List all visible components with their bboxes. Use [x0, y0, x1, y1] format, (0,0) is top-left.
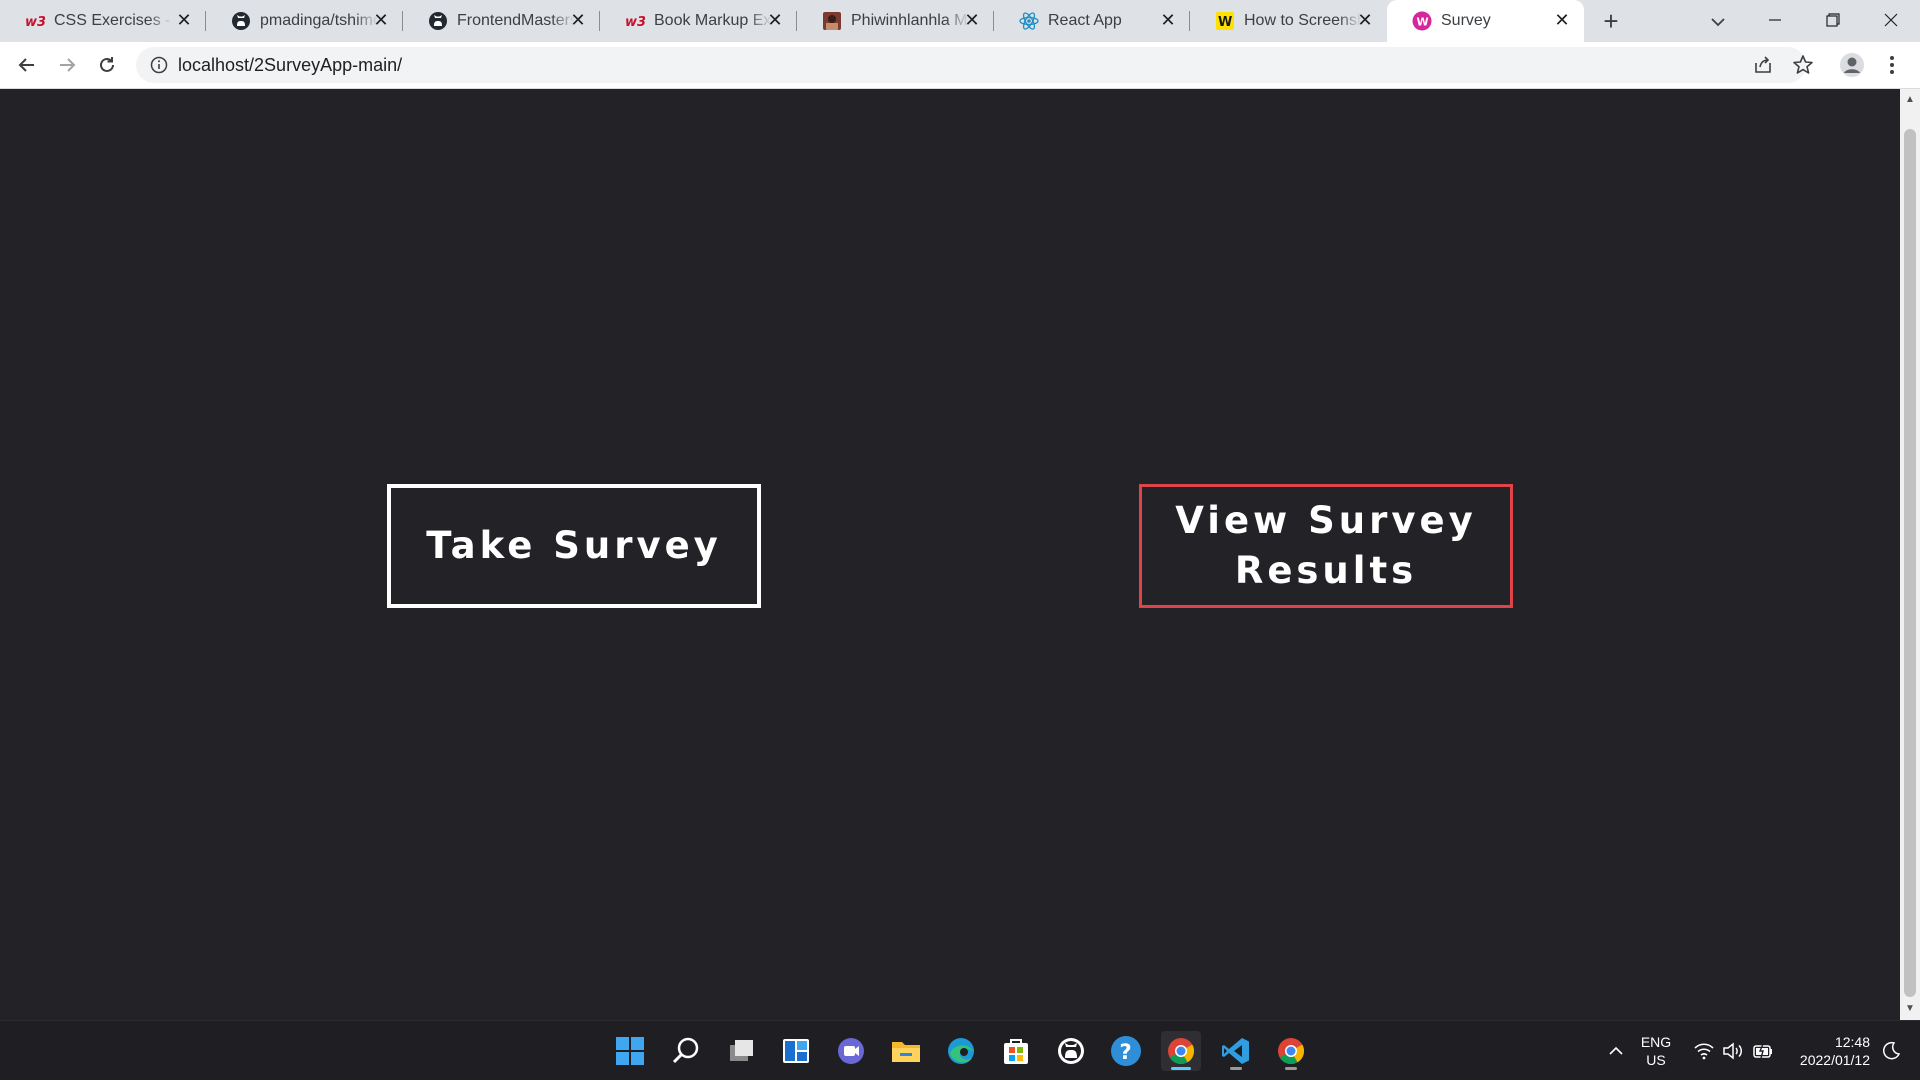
clock-date: 2022/01/12 — [1799, 1052, 1870, 1068]
close-icon[interactable]: ✕ — [568, 10, 588, 30]
new-tab-button[interactable]: + — [1598, 8, 1624, 34]
github-icon — [428, 11, 448, 31]
browser-toolbar: localhost/2SurveyApp-main/ — [0, 42, 1920, 89]
close-icon[interactable]: ✕ — [174, 10, 194, 30]
github-icon — [231, 11, 251, 31]
close-icon[interactable]: ✕ — [1355, 10, 1375, 30]
windows-taskbar: ? ENG US 12:48 2022/01/12 — [0, 1020, 1920, 1080]
minimize-icon — [1769, 19, 1781, 21]
take-survey-button[interactable]: Take Survey — [387, 484, 761, 608]
forward-button[interactable] — [53, 51, 81, 79]
close-icon[interactable]: ✕ — [962, 10, 982, 30]
running-indicator — [1171, 1067, 1191, 1070]
edge-icon[interactable] — [941, 1031, 981, 1071]
reload-icon — [100, 57, 114, 72]
file-explorer-icon[interactable] — [886, 1031, 926, 1071]
photo-icon — [822, 11, 842, 31]
chrome-icon[interactable] — [1271, 1031, 1311, 1071]
close-icon — [1884, 13, 1898, 27]
chevron-up-icon — [1609, 1046, 1623, 1055]
store-icon[interactable] — [996, 1031, 1036, 1071]
page-body: Take Survey View Survey Results — [0, 89, 1900, 1020]
language-code: ENG — [1640, 1034, 1672, 1050]
widgets-icon[interactable] — [776, 1031, 816, 1071]
clock-time: 12:48 — [1834, 1034, 1870, 1050]
focus-assist-icon[interactable] — [1880, 1040, 1902, 1062]
tab-css-exercises[interactable]: w3 CSS Exercises - Int ✕ — [0, 0, 206, 42]
close-window-button[interactable] — [1868, 6, 1914, 34]
svg-text:w3: w3 — [625, 15, 645, 29]
w3resource-icon: w3 — [25, 11, 45, 31]
svg-text:W: W — [1417, 16, 1429, 29]
address-bar[interactable]: localhost/2SurveyApp-main/ — [136, 47, 1813, 83]
volume-icon[interactable] — [1722, 1040, 1744, 1062]
scroll-down-arrow-icon[interactable]: ▼ — [1905, 1004, 1915, 1014]
wifi-icon[interactable] — [1693, 1040, 1715, 1062]
svg-text:W: W — [1218, 15, 1232, 30]
running-indicator — [1285, 1067, 1297, 1070]
github-desktop-icon[interactable] — [1051, 1031, 1091, 1071]
url-text[interactable]: localhost/2SurveyApp-main/ — [178, 55, 402, 75]
close-icon[interactable]: ✕ — [371, 10, 391, 30]
tab-title: React App — [1048, 12, 1122, 29]
minimize-button[interactable] — [1752, 6, 1798, 34]
region-code: US — [1646, 1052, 1666, 1068]
tab-book-markup[interactable]: w3 Book Markup Exe ✕ — [600, 0, 797, 42]
battery-charging-icon[interactable] — [1752, 1040, 1774, 1062]
tab-title: How to Screensho — [1244, 12, 1362, 29]
tab-react-app[interactable]: React App ✕ — [994, 0, 1190, 42]
star-icon[interactable] — [1792, 54, 1814, 76]
close-icon[interactable]: ✕ — [765, 10, 785, 30]
chevron-down-icon — [1711, 18, 1725, 27]
vscode-icon[interactable] — [1216, 1031, 1256, 1071]
arrow-right-icon — [60, 58, 76, 72]
tab-title: CSS Exercises - Int — [54, 12, 172, 29]
scroll-up-arrow-icon[interactable]: ▲ — [1905, 95, 1915, 105]
search-icon[interactable] — [666, 1031, 706, 1071]
menu-button[interactable] — [1878, 51, 1906, 79]
task-view-icon[interactable] — [721, 1031, 761, 1071]
running-indicator — [1230, 1067, 1242, 1070]
tab-search-button[interactable] — [1706, 10, 1730, 34]
show-hidden-icons-button[interactable] — [1606, 1039, 1626, 1063]
close-icon[interactable]: ✕ — [1552, 10, 1572, 30]
tab-pmadinga[interactable]: pmadinga/tshimo ✕ — [206, 0, 403, 42]
react-icon — [1019, 11, 1039, 31]
tab-how-to-screenshot[interactable]: W How to Screensho ✕ — [1190, 0, 1387, 42]
w3resource-icon: w3 — [625, 11, 645, 31]
profile-button[interactable] — [1838, 51, 1866, 79]
restore-button[interactable] — [1810, 6, 1856, 34]
survey-icon: W — [1412, 11, 1432, 31]
tab-title: pmadinga/tshimo — [260, 12, 378, 29]
tab-frontendmasters[interactable]: FrontendMasters/ ✕ — [403, 0, 600, 42]
restore-icon — [1826, 13, 1840, 27]
back-button[interactable] — [13, 51, 41, 79]
tab-title: Phiwinhlanhla Ma — [851, 12, 969, 29]
info-icon[interactable] — [150, 56, 168, 74]
wikihow-icon: W — [1215, 11, 1235, 31]
tab-phiwinhlanhla[interactable]: Phiwinhlanhla Ma ✕ — [797, 0, 994, 42]
avatar-icon — [1840, 53, 1864, 77]
language-indicator[interactable]: ENG US — [1636, 1033, 1676, 1069]
svg-text:w3: w3 — [25, 15, 45, 29]
reload-button[interactable] — [93, 51, 121, 79]
scrollbar-thumb[interactable] — [1904, 129, 1916, 997]
arrow-left-icon — [18, 58, 34, 72]
tab-title: FrontendMasters/ — [457, 12, 575, 29]
tab-survey[interactable]: W Survey ✕ — [1387, 0, 1584, 42]
svg-text:?: ? — [1120, 1040, 1132, 1064]
vertical-scrollbar[interactable]: ▲ ▼ — [1900, 89, 1920, 1020]
chrome-icon[interactable] — [1161, 1031, 1201, 1071]
help-icon[interactable]: ? — [1106, 1031, 1146, 1071]
teams-chat-icon[interactable] — [831, 1031, 871, 1071]
clock[interactable]: 12:48 2022/01/12 — [1786, 1033, 1870, 1069]
tab-title: Book Markup Exe — [654, 12, 772, 29]
tab-strip: w3 CSS Exercises - Int ✕ pmadinga/tshimo… — [0, 0, 1920, 42]
windows-start-icon[interactable] — [610, 1031, 650, 1071]
more-vertical-icon — [1890, 56, 1894, 74]
view-survey-results-button[interactable]: View Survey Results — [1139, 484, 1513, 608]
close-icon[interactable]: ✕ — [1158, 10, 1178, 30]
share-icon[interactable] — [1752, 54, 1774, 76]
tab-title: Survey — [1441, 12, 1491, 29]
